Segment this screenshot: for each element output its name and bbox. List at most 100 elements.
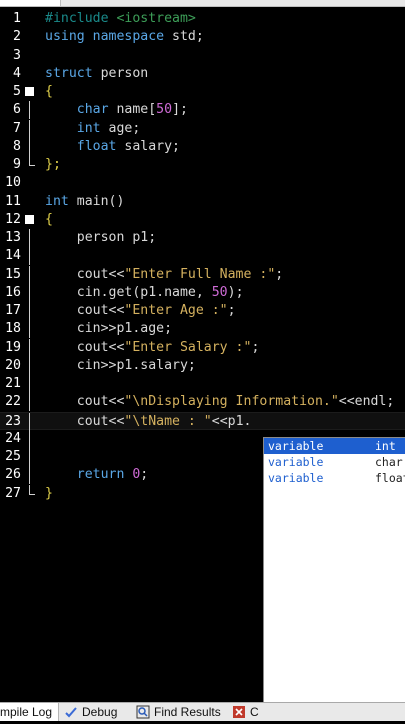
fold-guide <box>25 229 35 247</box>
code-line[interactable]: 1 #include <iostream> <box>0 10 405 28</box>
code-line[interactable]: 19 cout<<"Enter Salary :"; <box>0 338 405 357</box>
code-line[interactable]: 13 person p1; <box>0 229 405 247</box>
tab-debug[interactable]: Debug <box>64 703 117 721</box>
code-text: #include <iostream> <box>45 10 196 28</box>
fold-guide <box>25 375 35 393</box>
line-number: 13 <box>5 230 21 245</box>
line-number: 17 <box>5 303 21 318</box>
tab-close[interactable]: C <box>232 703 259 721</box>
code-token: cout<< <box>45 303 125 318</box>
fold-guide <box>25 119 35 138</box>
code-line[interactable]: 5{ <box>0 83 405 101</box>
line-number: 2 <box>13 29 21 45</box>
code-token: age; <box>108 120 141 136</box>
code-line[interactable]: 18 cin>>p1.age; <box>0 320 405 339</box>
code-line[interactable]: 20 cin>>p1.salary; <box>0 356 405 375</box>
fold-end-marker <box>25 156 35 174</box>
code-token: float <box>45 138 125 154</box>
line-number: 11 <box>5 193 21 209</box>
code-token: "Enter Full Name :" <box>124 266 276 282</box>
line-number: 19 <box>5 339 21 355</box>
fold-guide <box>25 429 35 448</box>
code-token: cin>>p1.age; <box>45 321 173 337</box>
code-line[interactable]: 3 <box>0 47 405 65</box>
code-text: int age; <box>45 120 141 138</box>
code-token: ]; <box>172 102 188 118</box>
code-line[interactable]: 7 int age; <box>0 119 405 138</box>
autocomplete-type: float <box>375 471 405 485</box>
fold-guide <box>25 448 35 466</box>
code-line[interactable]: 2 using namespace std; <box>0 28 405 46</box>
code-line[interactable]: 14 <box>0 247 405 266</box>
tab-find-results[interactable]: Find Results <box>136 703 221 721</box>
tab-compile-log-label: mpile Log <box>0 705 53 719</box>
code-line[interactable]: 16 cin.get(p1.name, 50); <box>0 283 405 302</box>
code-token: cin>>p1.salary; <box>45 357 196 373</box>
code-line[interactable]: 12 { <box>0 211 405 229</box>
code-text: cin>>p1.salary; <box>45 357 196 375</box>
code-line[interactable]: 4 struct person <box>0 65 405 83</box>
code-token: person <box>100 65 149 81</box>
line-number: 21 <box>5 376 21 391</box>
autocomplete-popup[interactable]: variable int variable char variable float <box>263 437 405 704</box>
code-line[interactable]: 9}; <box>0 156 405 174</box>
code-line[interactable]: 17 cout<<"Enter Age :"; <box>0 302 405 320</box>
code-token: "\nDisplaying Information." <box>124 394 339 410</box>
code-token: <<endl; <box>338 394 395 410</box>
line-number: 8 <box>13 138 21 154</box>
code-line[interactable]: 21 <box>0 375 405 393</box>
tab-close-label: C <box>250 705 259 719</box>
code-token: using namespace <box>45 29 173 45</box>
code-line[interactable]: 6 char name[50]; <box>0 101 405 120</box>
code-token: "Enter Age :" <box>124 303 228 318</box>
fold-toggle-icon[interactable] <box>25 211 35 229</box>
code-line[interactable]: 10 <box>0 174 405 192</box>
window-top-strip <box>0 0 405 7</box>
line-number: 24 <box>5 430 21 446</box>
code-token: person p1; <box>45 230 157 245</box>
autocomplete-item[interactable]: variable char <box>264 454 405 470</box>
line-number: 25 <box>5 449 21 464</box>
fold-guide <box>25 338 35 357</box>
code-text: person p1; <box>45 229 156 247</box>
tab-compile-log[interactable]: mpile Log <box>0 703 59 721</box>
line-number: 22 <box>5 394 21 410</box>
line-number: 12 <box>5 211 21 227</box>
code-line[interactable]: 23 cout<<"\tName : "<<p1. <box>0 411 405 431</box>
fold-guide <box>25 302 35 320</box>
code-line[interactable]: 8 float salary; <box>0 137 405 156</box>
line-number: 14 <box>5 248 21 264</box>
fold-guide <box>25 320 35 339</box>
code-text: cin>>p1.age; <box>45 320 172 338</box>
code-token: }; <box>45 157 61 172</box>
fold-end-marker <box>25 484 35 503</box>
code-text: char name[50]; <box>45 101 188 119</box>
code-token: std; <box>172 29 204 45</box>
code-token: ); <box>227 284 244 300</box>
line-number: 1 <box>13 11 21 26</box>
fold-toggle-icon[interactable] <box>25 83 35 101</box>
autocomplete-item[interactable]: variable int <box>264 438 405 454</box>
code-text: float salary; <box>45 138 180 156</box>
fold-guide <box>25 393 35 412</box>
fold-guide <box>25 247 35 266</box>
code-token: salary; <box>124 138 180 154</box>
code-text: cout<<"\tName : "<<p1. <box>45 413 252 431</box>
line-number: 27 <box>5 485 21 501</box>
code-text: { <box>45 83 53 101</box>
code-line[interactable]: 15 cout<<"Enter Full Name :"; <box>0 265 405 284</box>
code-text: cout<<"Enter Full Name :"; <box>45 266 283 284</box>
code-token: ; <box>227 303 236 318</box>
fold-guide <box>25 265 35 284</box>
code-line[interactable]: 11 int main() <box>0 193 405 211</box>
file-tab[interactable] <box>0 0 61 6</box>
line-number: 7 <box>13 120 21 136</box>
line-number: 5 <box>13 84 21 99</box>
autocomplete-kind: variable <box>268 439 324 453</box>
code-text: { <box>45 211 53 229</box>
autocomplete-item[interactable]: variable float <box>264 470 405 486</box>
code-line[interactable]: 22 cout<<"\nDisplaying Information."<<en… <box>0 393 405 412</box>
code-token: main() <box>76 193 125 209</box>
code-token: { <box>45 211 53 227</box>
find-results-icon <box>136 705 150 719</box>
